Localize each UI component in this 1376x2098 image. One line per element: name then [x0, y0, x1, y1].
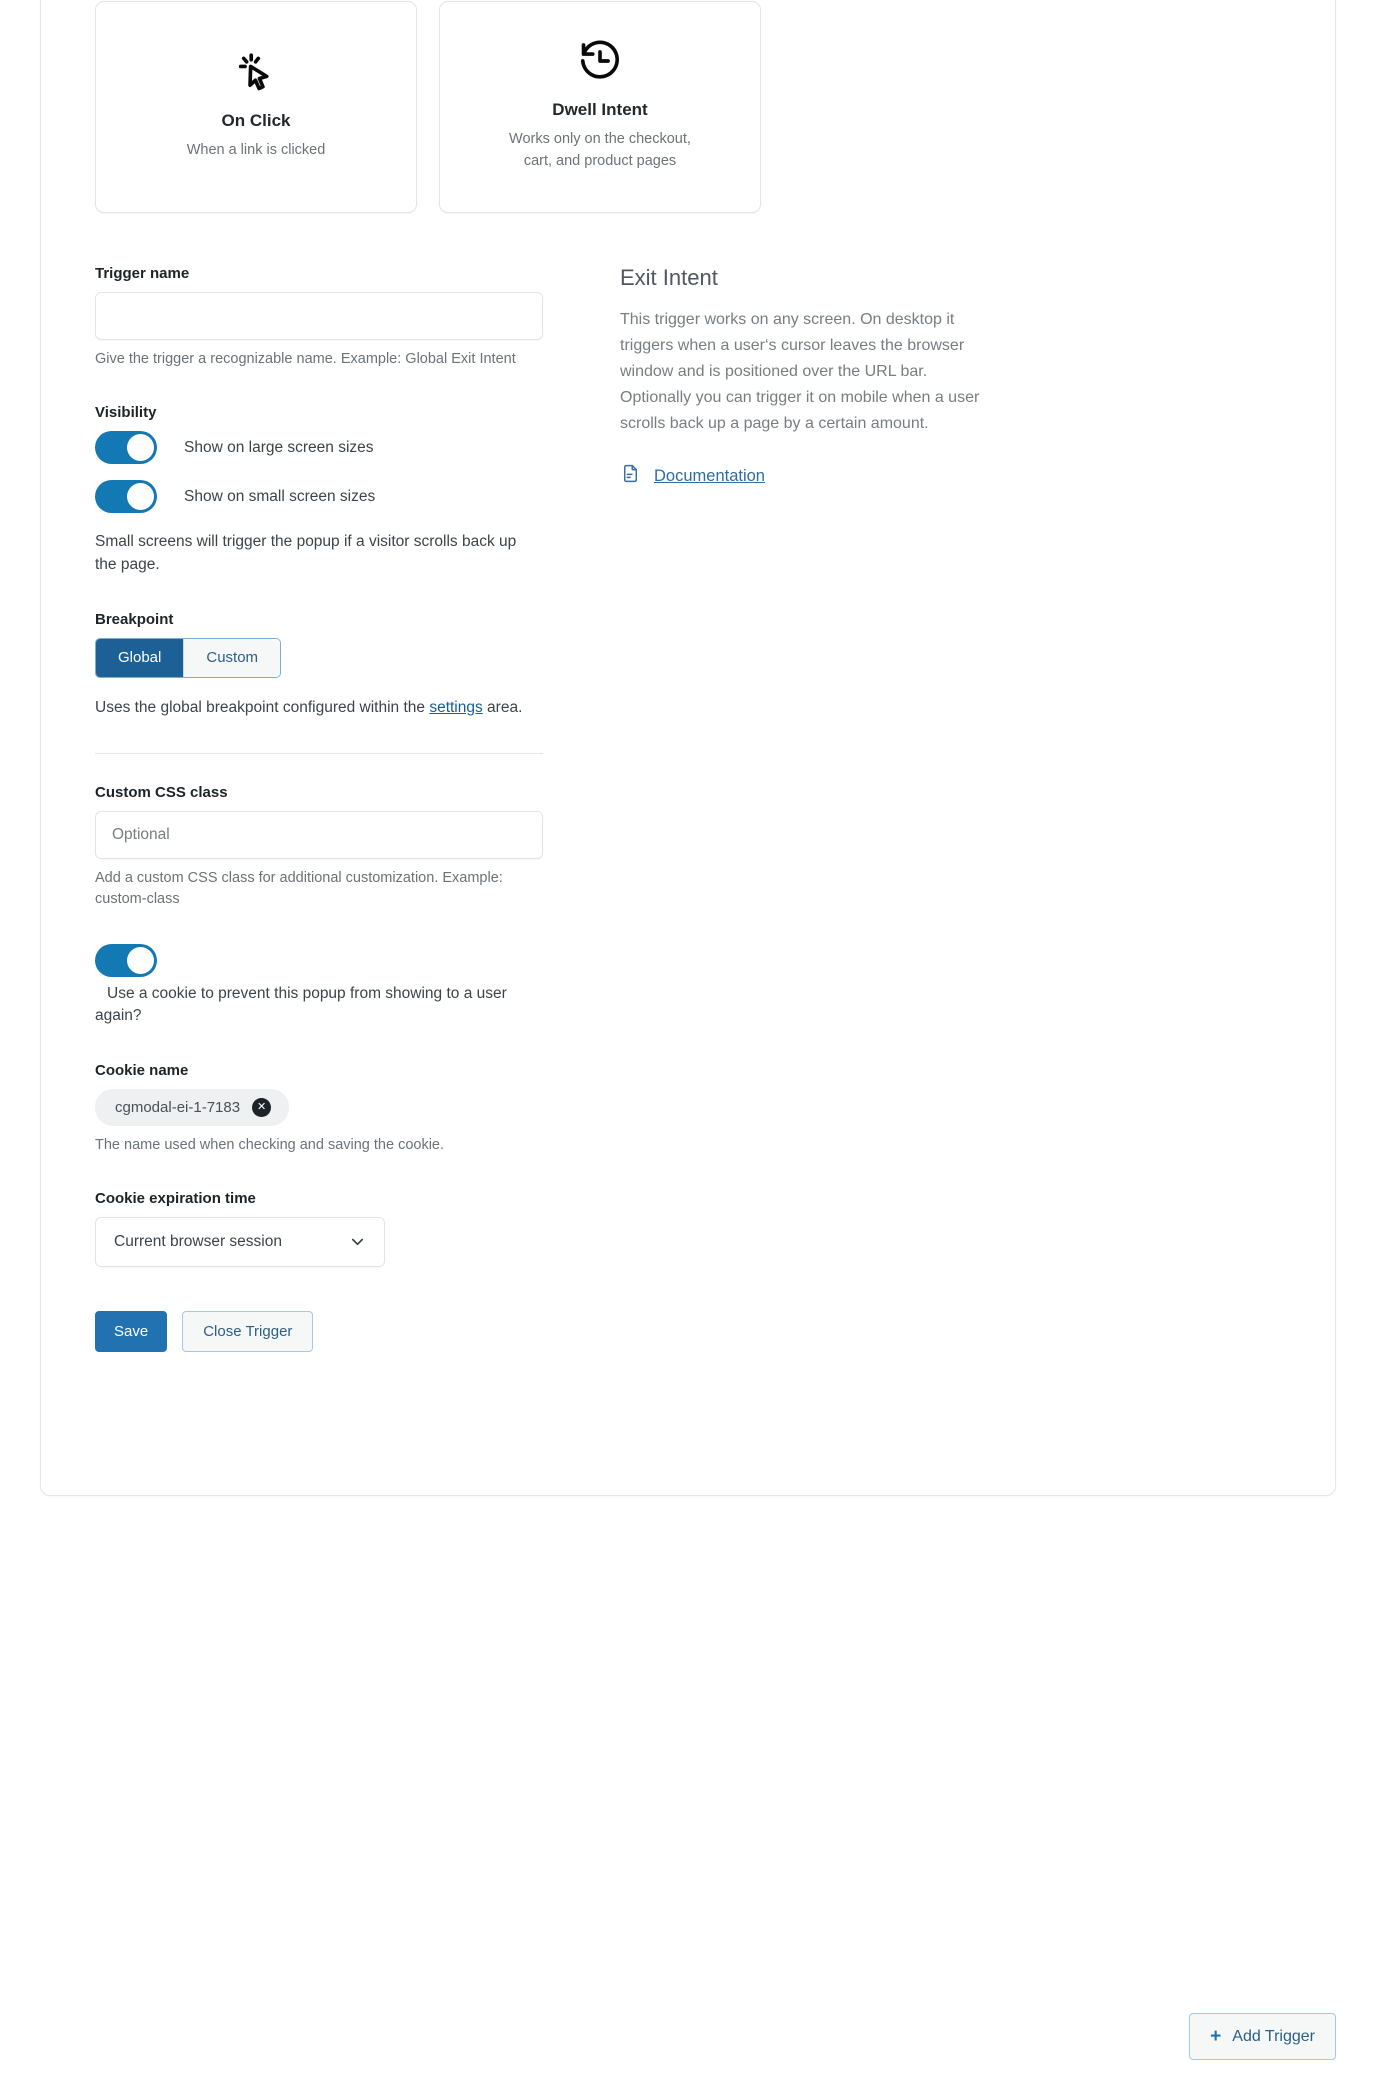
form-divider	[95, 752, 543, 754]
cookie-name-chip[interactable]: cgmodal-ei-1-7183 ✕	[95, 1088, 290, 1126]
breakpoint-help: Uses the global breakpoint configured wi…	[95, 696, 535, 719]
custom-css-class-group: Custom CSS class Add a custom CSS class …	[95, 784, 575, 910]
info-panel-body: This trigger works on any screen. On des…	[620, 311, 980, 433]
documentation-link-row: Documentation	[620, 463, 1120, 489]
trigger-name-input[interactable]	[95, 292, 543, 340]
click-cursor-icon	[233, 49, 279, 95]
breakpoint-help-before: Uses the global breakpoint configured wi…	[95, 698, 430, 716]
trigger-type-grid: On Click When a link is clicked Dwell In…	[95, 0, 1281, 213]
chevron-down-icon	[348, 1232, 367, 1251]
add-trigger-label: Add Trigger	[1232, 2027, 1315, 2045]
trigger-type-card-dwell-intent[interactable]: Dwell Intent Works only on the checkout,…	[439, 1, 761, 213]
add-trigger-button[interactable]: + Add Trigger	[1189, 2013, 1336, 2060]
cookie-toggle-group: Use a cookie to prevent this popup from …	[95, 943, 575, 1028]
clock-rewind-icon	[577, 38, 623, 84]
custom-css-class-label: Custom CSS class	[95, 783, 228, 801]
visibility-large-screen-row: Show on large screen sizes	[95, 431, 575, 465]
info-panel-title: Exit Intent	[620, 265, 718, 290]
breakpoint-group: Breakpoint Global Custom Uses the global…	[95, 611, 575, 719]
toggle-show-large-screens[interactable]	[95, 431, 157, 465]
cookie-expiration-group: Cookie expiration time Current browser s…	[95, 1190, 575, 1267]
toggle-knob	[127, 483, 154, 511]
cookie-name-group: Cookie name cgmodal-ei-1-7183 ✕ The name…	[95, 1062, 575, 1156]
custom-css-class-help: Add a custom CSS class for additional cu…	[95, 869, 503, 907]
close-trigger-button[interactable]: Close Trigger	[182, 1310, 314, 1352]
toggle-knob	[127, 946, 154, 974]
trigger-name-label: Trigger name	[95, 265, 190, 282]
cookie-expiration-select[interactable]: Current browser session	[95, 1216, 385, 1267]
documentation-link[interactable]: Documentation	[654, 467, 765, 486]
visibility-group: Visibility Show on large screen sizes Sh…	[95, 404, 575, 577]
save-button[interactable]: Save	[95, 1310, 168, 1352]
trigger-settings-panel: On Click When a link is clicked Dwell In…	[40, 0, 1336, 1496]
trigger-type-card-on-click[interactable]: On Click When a link is clicked	[95, 1, 417, 213]
trigger-type-name: Dwell Intent	[552, 99, 648, 119]
visibility-label: Visibility	[95, 404, 157, 422]
toggle-show-large-screens-label: Show on large screen sizes	[184, 438, 374, 456]
footer-actions: + Add Trigger	[40, 2013, 1336, 2060]
breakpoint-option-custom[interactable]: Custom	[183, 638, 281, 677]
trigger-type-name: On Click	[221, 110, 291, 130]
cookie-expiration-selected-value: Current browser session	[114, 1232, 282, 1250]
trigger-type-description: Works only on the checkout, cart, and pr…	[509, 130, 691, 169]
toggle-show-small-screens-label: Show on small screen sizes	[184, 487, 376, 505]
breakpoint-option-global[interactable]: Global	[96, 638, 184, 677]
toggle-knob	[127, 434, 154, 462]
plus-icon: +	[1210, 2026, 1222, 2047]
settings-link[interactable]: settings	[429, 699, 482, 716]
trigger-info-column: Exit Intent This trigger works on any sc…	[620, 265, 1120, 1352]
breakpoint-label: Breakpoint	[95, 610, 174, 628]
document-icon	[620, 463, 641, 489]
breakpoint-segmented-control: Global Custom	[95, 637, 282, 678]
custom-css-class-input[interactable]	[95, 810, 543, 859]
trigger-name-field-group: Trigger name Give the trigger a recogniz…	[95, 265, 575, 370]
form-actions: Save Close Trigger	[95, 1310, 575, 1352]
trigger-name-help: Give the trigger a recognizable name. Ex…	[95, 351, 516, 367]
breakpoint-help-after: area.	[482, 698, 523, 716]
toggle-use-cookie[interactable]	[95, 943, 157, 977]
cookie-name-help: The name used when checking and saving t…	[95, 1136, 445, 1153]
cookie-name-chip-value: cgmodal-ei-1-7183	[115, 1098, 241, 1116]
cookie-name-label: Cookie name	[95, 1061, 189, 1079]
visibility-small-screen-row: Show on small screen sizes	[95, 480, 575, 514]
cookie-toggle-label: Use a cookie to prevent this popup from …	[95, 984, 507, 1025]
trigger-form-column: Trigger name Give the trigger a recogniz…	[95, 265, 575, 1352]
toggle-show-small-screens[interactable]	[95, 480, 157, 514]
trigger-type-description: When a link is clicked	[186, 141, 326, 158]
close-icon[interactable]: ✕	[252, 1097, 272, 1117]
visibility-help: Small screens will trigger the popup if …	[95, 533, 517, 574]
cookie-expiration-label: Cookie expiration time	[95, 1189, 256, 1207]
